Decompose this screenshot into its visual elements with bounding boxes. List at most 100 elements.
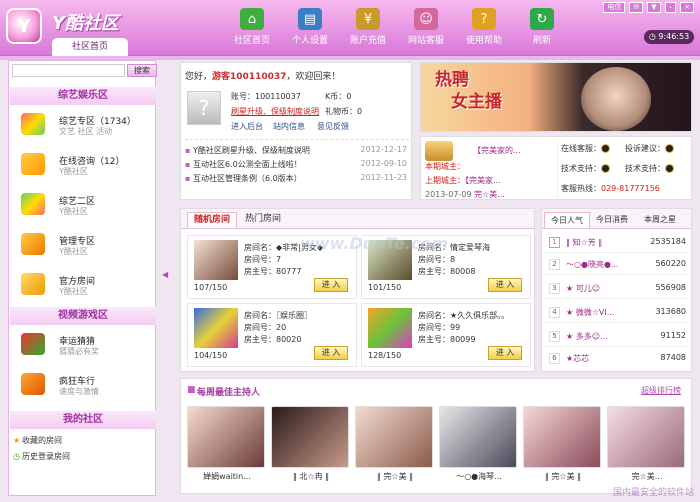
enter-room-button[interactable]: 进 入 [488,278,522,292]
sidebar-item-admin[interactable]: 管理专区 Y酷社区 [9,227,155,265]
room-owner: 房主号：80008 [418,266,475,277]
room-card[interactable]: 128/150 房间名：★久久俱乐部。。 房间号：99 房主号：80099 进 … [361,303,531,367]
this-week-owner-name[interactable]: 【完美家的... [473,145,521,156]
collapse-sidebar-arrow[interactable]: ◀ [162,270,170,284]
sidebar-item-crazy-car[interactable]: 疯狂车行 速度与激情 [9,367,155,405]
rooms-tabbar: 随机房间 热门房间 [181,209,534,229]
host-card[interactable]: ‖ 完☆美 ‖ [355,406,435,486]
last-week-owner: 上期城主：【完美家... [425,175,501,186]
tab-weekly-star[interactable]: 本周之星 [638,212,682,228]
tab-today-spending[interactable]: 今日消费 [590,212,634,228]
tab-hot-rooms[interactable]: 热门房间 [239,212,287,228]
app-title: Y酷社区 [52,13,120,34]
search-button[interactable]: 搜索 [127,64,157,77]
sidebar-item-consult[interactable]: 在线咨询（12） Y酷社区 [9,147,155,185]
recruit-banner[interactable]: 热聘 女主播 [420,62,692,132]
enter-room-button[interactable]: 进 入 [488,346,522,360]
room-card[interactable]: 104/150 房间名：〖娱乐圈〗 房间号：20 房主号：80020 进 入 [187,303,357,367]
room-name-label: 房间名： [244,311,276,320]
minimize-button[interactable]: – [664,2,677,13]
room-number-label: 房间号： [418,255,450,264]
history-rooms-link[interactable]: ◷ 历史登录房间 [13,451,70,462]
nav-settings[interactable]: ▤ 个人设置 [284,8,336,48]
ranking-row[interactable]: 4 ★ 微微☆VI... 313680 [546,303,690,323]
upgrade-rules-link[interactable]: 刷星升级、保级制度说明 [231,106,319,117]
feedback-link[interactable]: 意见反馈 [317,121,349,132]
menu-button[interactable]: ▼ [647,2,661,13]
skin-button[interactable]: ✉ [629,2,644,13]
nav-recharge-label: 账户充值 [349,36,386,46]
rank-name: ★ 微微☆VI... [566,308,615,317]
news-item[interactable]: ▪ 互动社区管理条例（6.0版本） 2012-11-23 [185,173,409,184]
search-input[interactable] [12,64,125,77]
host-name: ‖ 完☆美 ‖ [544,472,582,481]
tab-community-home[interactable]: 社区首页 [52,38,128,56]
ranking-row[interactable]: 6 ★芯芯 87408 [546,349,690,369]
site-messages-link[interactable]: 站内信息 [273,121,305,132]
news-item[interactable]: ▪ 互动社区6.0公测全面上线啦！ 2012-09-10 [185,159,409,170]
host-card[interactable]: 完☆美... [607,406,687,486]
section-variety[interactable]: 综艺娱乐区 [10,87,156,105]
host-photo [607,406,685,468]
qq-icon [601,144,610,153]
sidebar-item-sub: 文艺 社区 活动 [59,127,113,136]
online-service[interactable]: 在线客服： [561,143,610,154]
tech-support-1[interactable]: 技术支持： [561,163,610,174]
news-text: 互动社区6.0公测全面上线啦！ [192,160,302,169]
enter-room-button[interactable]: 进 入 [314,278,348,292]
sidebar-item-variety-zone[interactable]: 综艺专区（1734） 文艺 社区 活动 [9,107,155,145]
nav-recharge[interactable]: ¥ 账户充值 [342,8,394,48]
host-photo [271,406,349,468]
nav-help[interactable]: ? 使用帮助 [458,8,510,48]
close-button[interactable]: × [680,2,694,13]
sidebar-item-lucky-guess[interactable]: 幸运猜猜 猜猜必有奖 [9,327,155,365]
section-my-community[interactable]: 我的社区 [10,411,156,429]
divider [185,139,409,140]
nav-refresh[interactable]: ↻ 刷新 [516,8,568,48]
ranking-row[interactable]: 5 ★ 多多☺... 91152 [546,327,690,347]
ranking-row[interactable]: 3 ★ 可儿☺ 556908 [546,279,690,299]
nav-service[interactable]: ☺ 网站客服 [400,8,452,48]
room-owner-value: 80020 [276,335,302,344]
enter-room-button[interactable]: 进 入 [314,346,348,360]
tab-random-rooms[interactable]: 随机房间 [187,212,238,228]
suggestion-contact[interactable]: 投诉建议： [625,143,674,154]
tab-today-popularity[interactable]: 今日人气 [544,212,590,228]
folder-icon [21,273,45,295]
host-card[interactable]: ‖ 北☆冉 ‖ [271,406,351,486]
window-controls: 电信 ✉ ▼ – × [603,2,694,14]
profile-card-icon: ▤ [298,8,322,30]
ranking-row[interactable]: 2 〜○●晓亮●... 560220 [546,255,690,275]
ranking-panel: 今日人气 今日消费 本周之星 1 ‖ 知☆芳 ‖ 2535184 2 〜○●晓亮●..… [541,208,692,372]
logo-icon: Y [6,8,42,44]
ranking-row[interactable]: 1 ‖ 知☆芳 ‖ 2535184 [546,233,690,253]
this-week-owner: 本期城主： [425,161,465,172]
host-card[interactable]: ‖ 完☆美 ‖ [523,406,603,486]
nav-home-label: 社区首页 [233,36,270,46]
host-card[interactable]: 〜○●海琴... [439,406,519,486]
room-name-label: 房间名： [244,243,276,252]
news-date: 2012-09-10 [360,159,408,168]
news-item[interactable]: ▪ Y酷社区刷星升级、保级制度说明 2012-12-17 [185,145,409,156]
last-week-owner-name[interactable]: 【完美家... [465,176,501,185]
suggestion-label: 投诉建议： [625,144,665,153]
nav-service-label: 网站客服 [407,36,444,46]
rank-number: 6 [549,353,560,364]
welcome-panel: 您好，游客100110037，欢迎回来！ ? 账号：100110037 K币：0… [180,62,412,200]
rank-score: 2535184 [650,237,686,246]
kcoin-label: K币： [325,92,347,101]
host-card[interactable]: 婵娟waitin... [187,406,267,486]
section-video-games[interactable]: 视频游戏区 [10,307,156,325]
nav-home[interactable]: ⌂ 社区首页 [226,8,278,48]
network-label: 电信 [603,2,626,13]
rank-number: 2 [549,259,560,270]
super-ranking-link[interactable]: 超级排行榜 [641,385,681,396]
room-thumbnail [368,308,412,348]
greeting: 您好，游客100110037，欢迎回来！ [185,69,340,82]
tech-support-2[interactable]: 技术支持： [625,163,674,174]
favorite-rooms-link[interactable]: ★ 收藏的房间 [13,435,62,446]
enter-backend-link[interactable]: 进入后台 [231,121,263,132]
sidebar-item-variety-2[interactable]: 综艺二区 Y酷社区 [9,187,155,225]
avatar[interactable]: ? [187,91,221,125]
sidebar-item-official[interactable]: 官方房间 Y酷社区 [9,267,155,305]
